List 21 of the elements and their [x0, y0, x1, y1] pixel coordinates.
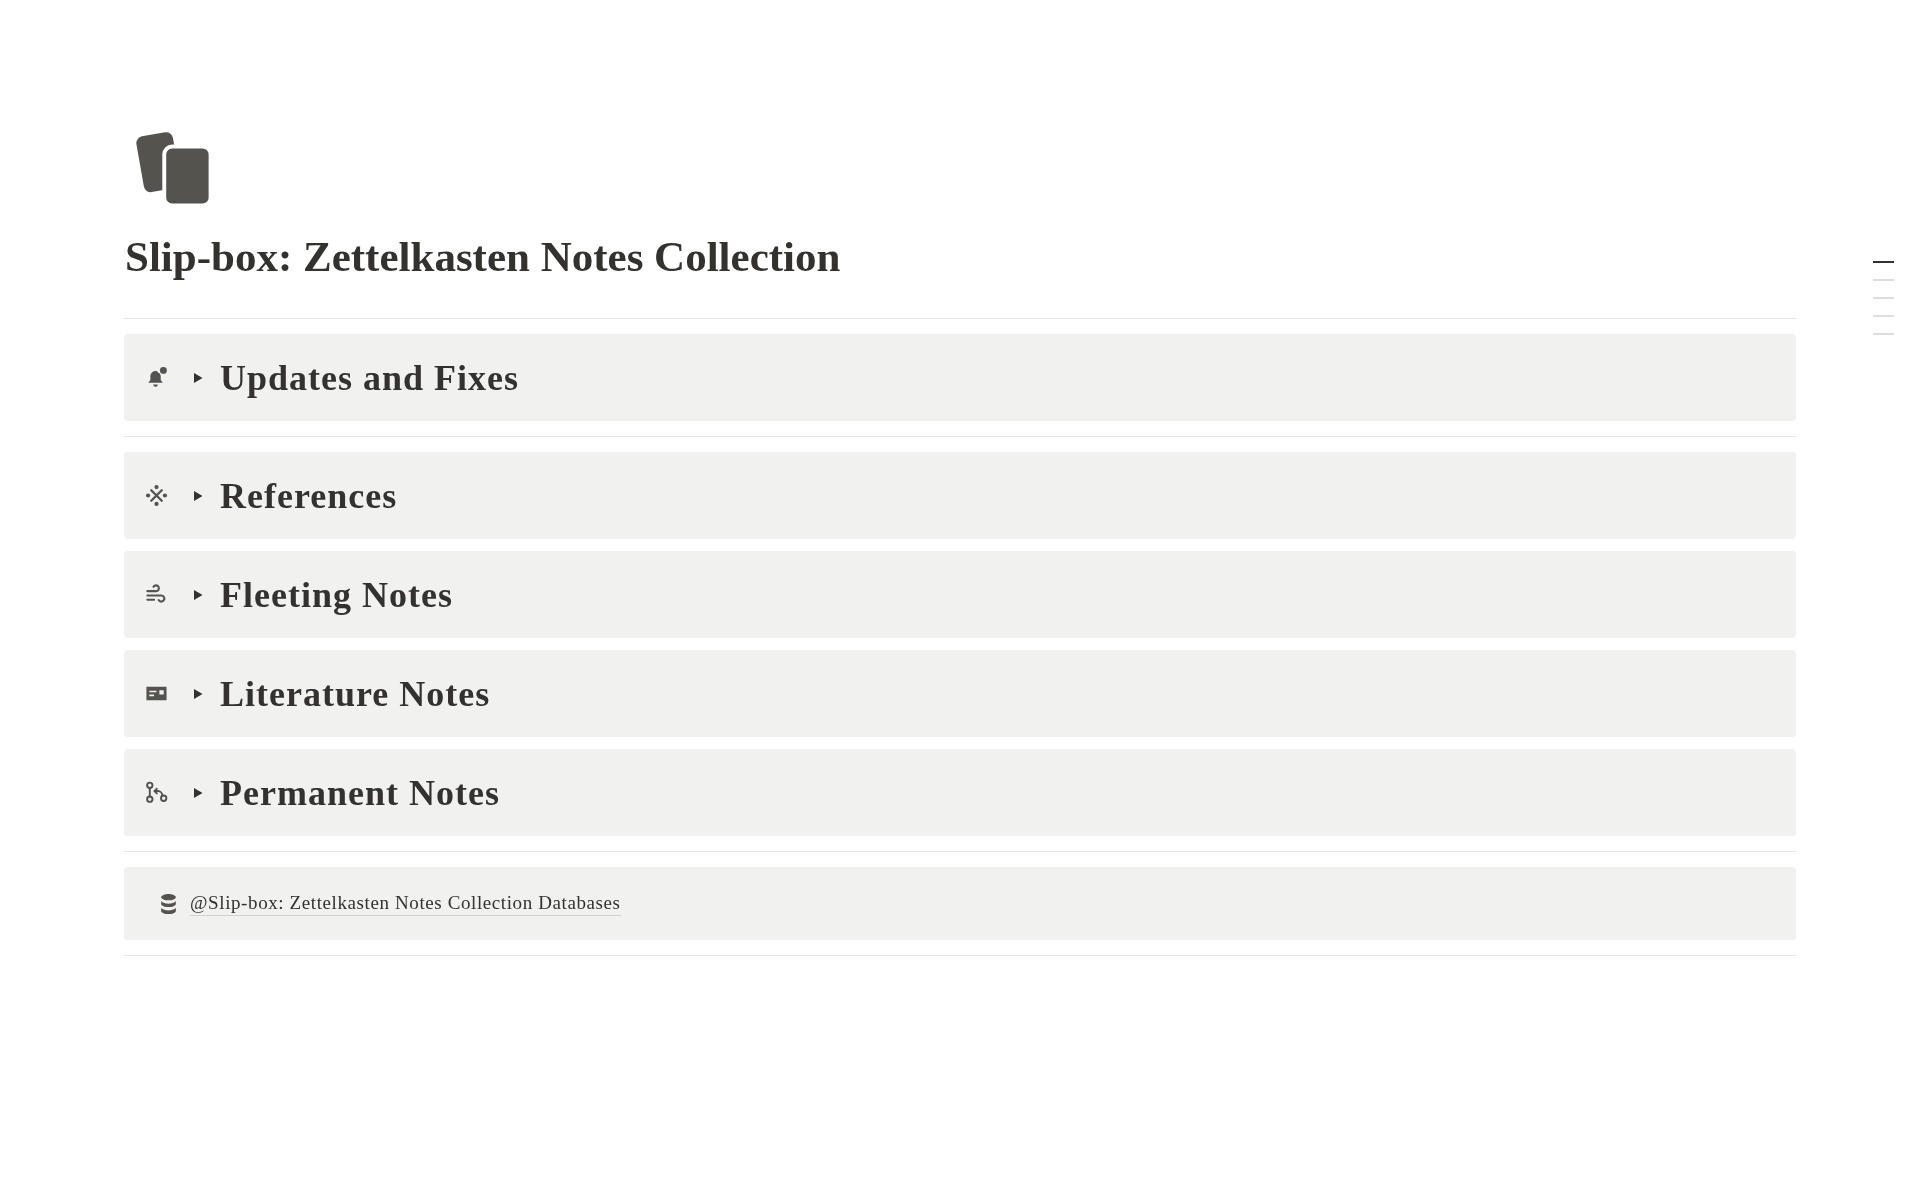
outline-marker[interactable]	[1873, 333, 1894, 335]
database-icon	[159, 892, 178, 915]
database-link[interactable]: @Slip-box: Zettelkasten Notes Collection Databases	[190, 891, 621, 916]
outline-marker[interactable]	[1873, 261, 1894, 263]
wind-icon	[145, 583, 168, 606]
section-heading: Updates and Fixes	[220, 356, 520, 400]
node-graph-icon	[145, 781, 168, 804]
caret-icon[interactable]	[193, 787, 203, 798]
reference-mark-icon	[145, 484, 168, 507]
caret-icon[interactable]	[193, 372, 203, 383]
caret-icon[interactable]	[193, 490, 203, 501]
caret-icon[interactable]	[193, 589, 203, 600]
outline-marker[interactable]	[1873, 315, 1894, 317]
outline-marker[interactable]	[1873, 297, 1894, 299]
section-heading: Permanent Notes	[220, 771, 500, 815]
outline-marker[interactable]	[1873, 279, 1894, 281]
section-heading: Fleeting Notes	[220, 573, 453, 617]
section-heading: Literature Notes	[220, 672, 491, 716]
page-title: Slip-box: Zettelkasten Notes Collection	[125, 232, 842, 282]
section-heading: References	[220, 474, 398, 518]
caret-icon[interactable]	[193, 688, 203, 699]
